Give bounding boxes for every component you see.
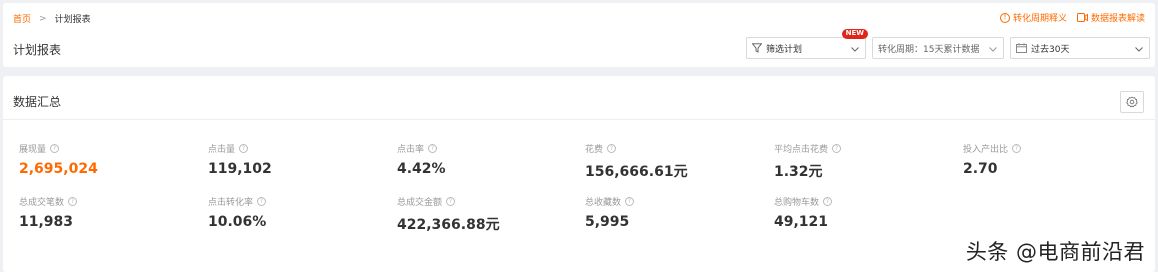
metric-label: 点击率 — [397, 145, 425, 155]
calendar-icon — [1016, 43, 1027, 53]
plan-filter-select[interactable]: 筛选计划 NEW — [746, 29, 868, 59]
question-icon[interactable]: ? — [832, 144, 842, 153]
page-title: 计划报表 — [13, 43, 62, 57]
section-divider — [3, 119, 1155, 120]
question-icon[interactable]: ? — [68, 197, 78, 206]
metric-clicks: 点击量? 119,102 — [208, 142, 388, 177]
question-icon[interactable]: ? — [446, 197, 456, 206]
metric-avg-cpc: 平均点击花费? 1.32元 — [774, 142, 954, 181]
question-icon[interactable]: ? — [428, 144, 438, 153]
metric-label: 投入产出比 — [963, 145, 1009, 155]
metric-label: 点击转化率 — [208, 198, 254, 208]
new-badge: NEW — [841, 29, 868, 39]
conversion-cycle-help-label: 转化周期释义 — [1012, 14, 1067, 24]
metric-click-cvr: 点击转化率? 10.06% — [208, 195, 388, 230]
chevron-down-icon — [1135, 47, 1143, 52]
metric-total-favorites: 总收藏数? 5,995 — [585, 195, 765, 230]
page-header: 首页 > 计划报表 ! 转化周期释义 数据报表解读 计划报表 筛选计划 NEW — [3, 3, 1155, 67]
video-icon — [1076, 13, 1088, 22]
plan-filter-label: 筛选计划 — [766, 44, 803, 55]
metric-spend: 花费? 156,666.61元 — [585, 142, 765, 181]
conversion-cycle-select[interactable]: 转化周期：15天累计数据 — [872, 37, 1004, 59]
metric-value: 422,366.88元 — [397, 217, 500, 233]
metric-value: 2.70 — [963, 161, 998, 177]
metric-value: 49,121 — [774, 214, 829, 230]
metric-total-cart: 总购物车数? 49,121 — [774, 195, 954, 230]
breadcrumb-separator: > — [39, 13, 47, 24]
gear-icon — [1126, 96, 1138, 108]
metric-impressions: 展现量? 2,695,024 — [19, 142, 199, 177]
question-icon[interactable]: ? — [50, 144, 60, 153]
section-title: 数据汇总 — [13, 95, 62, 109]
metric-label: 展现量 — [19, 145, 47, 155]
question-icon[interactable]: ? — [607, 144, 617, 153]
question-icon[interactable]: ? — [257, 197, 267, 206]
metric-value: 11,983 — [19, 214, 74, 230]
info-circle-icon: ! — [999, 12, 1010, 23]
chevron-down-icon — [851, 47, 859, 52]
metric-total-gmv: 总成交金额? 422,366.88元 — [397, 195, 577, 234]
breadcrumb-home-link[interactable]: 首页 — [13, 12, 31, 25]
chevron-down-icon — [989, 47, 997, 52]
date-range-select[interactable]: 过去30天 — [1010, 37, 1150, 59]
help-links: ! 转化周期释义 数据报表解读 — [990, 11, 1145, 24]
metric-label: 花费 — [585, 145, 604, 155]
metric-total-orders: 总成交笔数? 11,983 — [19, 195, 199, 230]
metric-ctr: 点击率? 4.42% — [397, 142, 577, 177]
metric-label: 总成交笔数 — [19, 198, 65, 208]
conversion-cycle-value: 转化周期：15天累计数据 — [878, 44, 980, 55]
question-icon[interactable]: ? — [625, 197, 635, 206]
filter-icon — [752, 43, 762, 53]
metric-value: 1.32元 — [774, 164, 823, 180]
question-icon[interactable]: ? — [1012, 144, 1022, 153]
metric-value: 156,666.61元 — [585, 164, 688, 180]
metric-label: 点击量 — [208, 145, 236, 155]
data-summary-card: 数据汇总 展现量? 2,695,024 点击量? 119,102 点击率? 4.… — [3, 76, 1155, 272]
metric-value: 119,102 — [208, 161, 272, 177]
question-icon[interactable]: ? — [823, 197, 833, 206]
metric-label: 总购物车数 — [774, 198, 820, 208]
metric-value: 5,995 — [585, 214, 630, 230]
report-guide-link[interactable]: 数据报表解读 — [1076, 11, 1145, 24]
question-icon[interactable]: ? — [239, 144, 249, 153]
breadcrumb: 首页 > 计划报表 — [13, 12, 91, 26]
breadcrumb-current: 计划报表 — [54, 15, 91, 25]
metric-label: 平均点击花费 — [774, 145, 829, 155]
metric-roi: 投入产出比? 2.70 — [963, 142, 1143, 177]
metric-value: 10.06% — [208, 214, 267, 230]
filter-bar: 筛选计划 NEW 转化周期：15天累计数据 过去30天 — [740, 29, 1150, 59]
date-range-value: 过去30天 — [1031, 44, 1070, 55]
watermark: 头条 @电商前沿君 — [965, 240, 1145, 264]
metric-label: 总收藏数 — [585, 198, 622, 208]
metric-settings-button[interactable] — [1120, 91, 1144, 113]
conversion-cycle-help-link[interactable]: ! 转化周期释义 — [999, 11, 1067, 24]
metric-value: 2,695,024 — [19, 161, 98, 177]
report-guide-label: 数据报表解读 — [1090, 14, 1145, 24]
metric-value: 4.42% — [397, 161, 446, 177]
metric-label: 总成交金额 — [397, 198, 443, 208]
